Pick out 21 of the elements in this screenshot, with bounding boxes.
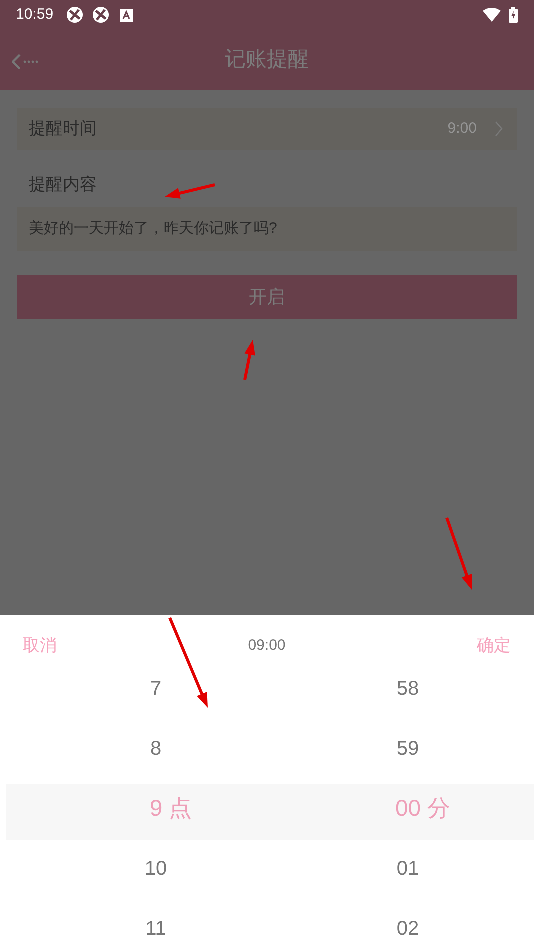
wifi-icon — [483, 8, 501, 22]
picker-option[interactable]: 01 — [396, 854, 420, 884]
chevron-right-icon — [495, 121, 503, 137]
reminder-content-field[interactable]: 美好的一天开始了，昨天你记账了吗? — [17, 207, 517, 251]
reminder-time-label: 提醒时间 — [29, 118, 97, 140]
picker-option[interactable]: 8 — [150, 734, 162, 764]
picker-option[interactable]: 58 — [396, 674, 420, 704]
app-notification-icon — [92, 6, 110, 24]
picker-option[interactable]: 11 — [146, 914, 166, 944]
status-time: 10:59 — [16, 4, 54, 25]
picker-option[interactable]: 02 — [396, 914, 420, 944]
page-title: 记账提醒 — [225, 47, 309, 74]
picker-option[interactable]: 10 — [144, 854, 168, 884]
app-notification-icon — [66, 6, 84, 24]
picker-title: 09:00 — [248, 636, 286, 656]
reminder-content-label: 提醒内容 — [29, 174, 97, 196]
picker-option[interactable]: 59 — [396, 734, 420, 764]
picker-option[interactable]: 7 — [150, 674, 162, 704]
battery-icon — [509, 7, 518, 23]
back-arrow-icon[interactable] — [12, 54, 40, 70]
keyboard-notification-icon — [120, 8, 133, 22]
